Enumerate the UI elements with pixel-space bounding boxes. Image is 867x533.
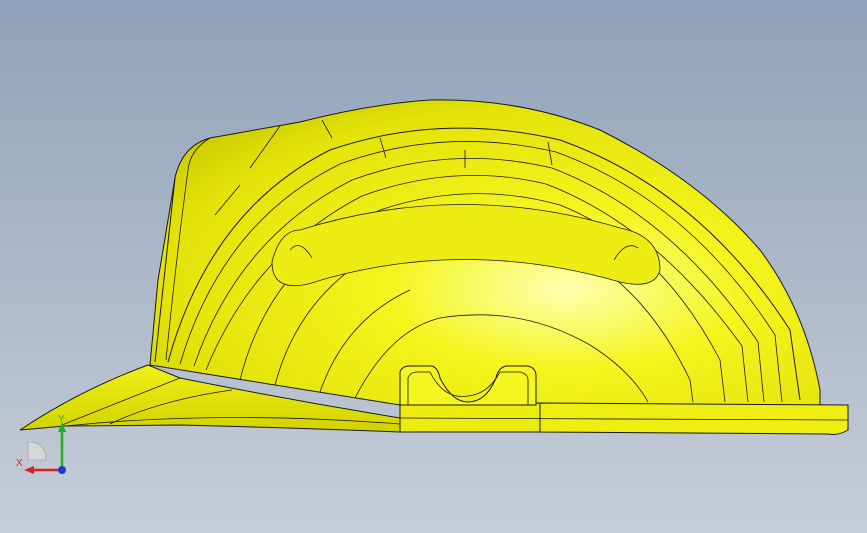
coordinate-triad: X Y xyxy=(16,414,66,474)
z-axis-dot xyxy=(58,466,66,474)
y-axis-label: Y xyxy=(58,414,65,425)
helmet-model[interactable] xyxy=(0,0,867,533)
graphics-viewport[interactable]: X Y xyxy=(0,0,867,533)
triad-quadrant xyxy=(27,441,47,461)
x-axis-label: X xyxy=(16,458,23,469)
